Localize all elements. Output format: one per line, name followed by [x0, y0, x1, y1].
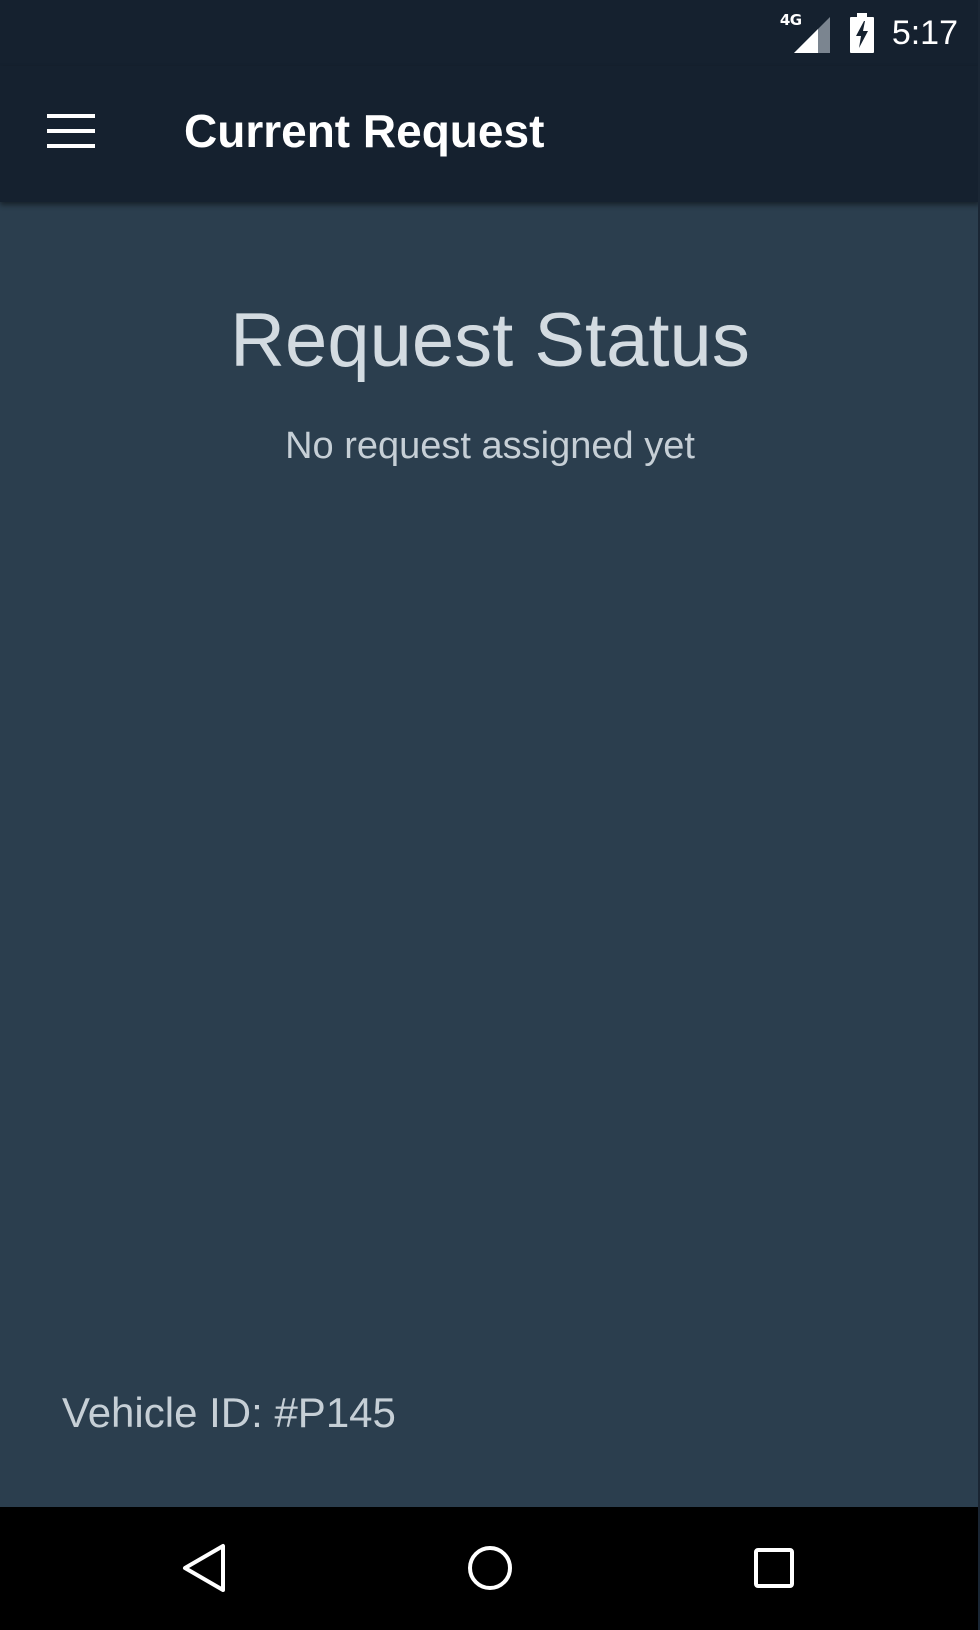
battery-charging-icon — [849, 13, 874, 53]
status-clock: 5:17 — [891, 13, 958, 52]
main-content: Request Status No request assigned yet V… — [0, 202, 980, 1507]
vehicle-id-label: Vehicle ID: #P145 — [62, 1389, 396, 1436]
nav-back-button[interactable] — [154, 1523, 254, 1613]
status-icons: 4G 5:17 — [780, 0, 958, 66]
hamburger-menu-icon — [47, 114, 95, 148]
home-icon — [468, 1546, 512, 1590]
nav-recents-button[interactable] — [724, 1523, 824, 1613]
menu-button[interactable] — [30, 96, 112, 166]
app-toolbar: Current Request — [0, 66, 980, 202]
back-icon — [183, 1544, 225, 1592]
app-screen: 4G 5:17 Current Request Request Status N… — [0, 0, 980, 1630]
request-status-heading: Request Status — [230, 298, 750, 383]
status-bar: 4G 5:17 — [0, 0, 980, 66]
system-nav-bar — [0, 1507, 980, 1630]
cell-signal-icon: 4G — [780, 11, 832, 53]
nav-home-button[interactable] — [440, 1523, 540, 1613]
request-status-message: No request assigned yet — [285, 425, 695, 467]
recents-icon — [754, 1548, 794, 1588]
page-title: Current Request — [184, 105, 545, 157]
